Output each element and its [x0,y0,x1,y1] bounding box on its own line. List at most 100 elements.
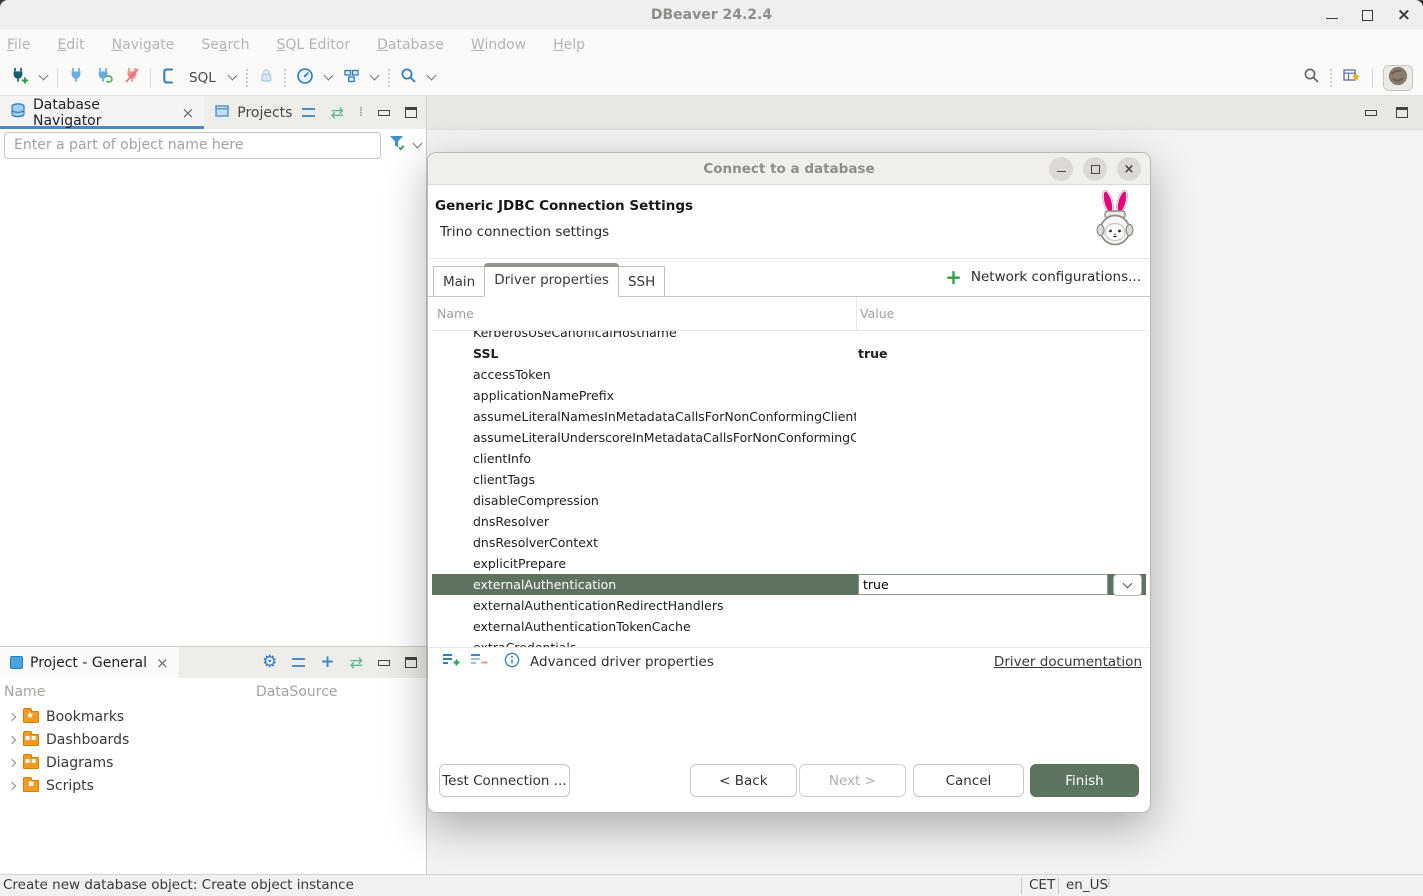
sql-editor-label[interactable]: SQL [189,70,216,86]
link-with-editor-icon[interactable]: ⇄ [330,105,343,121]
grid-header-value[interactable]: Value [856,297,1146,330]
property-row[interactable]: externalAuthenticationTokenCache [432,616,1146,637]
settings-gear-icon[interactable]: ⚙ [262,654,277,671]
connect-icon[interactable] [68,67,84,88]
expand-chevron-icon[interactable] [8,758,16,766]
property-row[interactable]: extraCredentials [432,637,1146,647]
menu-item[interactable]: Window [471,37,526,53]
tab-database-navigator[interactable]: Database Navigator × [0,96,204,129]
tab-projects[interactable]: Projects [204,96,302,129]
property-row[interactable]: assumeLiteralNamesInMetadataCallsForNonC… [432,406,1146,427]
property-row[interactable]: accessToken [432,364,1146,385]
cancel-button[interactable]: Cancel [913,764,1024,797]
user-profile-button[interactable] [1383,65,1413,91]
panel-maximize-icon[interactable] [405,107,417,118]
property-row[interactable]: disableCompression [432,490,1146,511]
property-row[interactable]: externalAuthenticationRedirectHandlers [432,595,1146,616]
expand-chevron-icon[interactable] [8,781,16,789]
property-row[interactable]: dnsResolver [432,511,1146,532]
column-header-datasource[interactable]: DataSource [256,684,338,700]
property-value-input[interactable] [858,574,1108,595]
folder-icon [23,780,39,792]
remove-property-icon[interactable] [470,652,488,671]
expand-all-icon[interactable]: + [320,654,334,671]
editor-minimize-icon[interactable] [1365,110,1377,116]
minimize-button[interactable] [1326,18,1338,19]
property-row[interactable]: explicitPrepare [432,553,1146,574]
property-row[interactable]: assumeLiteralUnderscoreInMetadataCallsFo… [432,427,1146,448]
sql-editor-dropdown-icon[interactable] [227,71,237,81]
dashboard-icon[interactable] [296,67,314,89]
menu-item[interactable]: Help [553,37,585,53]
collapse-all-icon[interactable] [292,658,305,667]
open-view-icon[interactable] [1342,67,1362,89]
collapse-all-icon[interactable] [302,108,315,117]
filter-funnel-icon[interactable] [388,134,407,156]
filter-dropdown-icon[interactable] [413,138,423,148]
column-header-name[interactable]: Name [0,684,256,700]
grid-header-name[interactable]: Name [432,297,856,330]
plus-icon: + [945,267,962,287]
tree-row[interactable]: Diagrams [0,751,426,774]
property-row[interactable]: clientInfo [432,448,1146,469]
close-button[interactable]: × [1397,7,1411,24]
test-connection-button[interactable]: Test Connection ... [439,764,570,797]
dialog-tab[interactable]: SSH [618,266,665,296]
menu-item[interactable]: Search [201,37,249,53]
menu-item[interactable]: SQL Editor [277,37,351,53]
back-button[interactable]: < Back [690,764,797,797]
tree-row[interactable]: Dashboards [0,728,426,751]
navigator-tree-area[interactable] [0,161,426,646]
maximize-button[interactable] [1362,10,1373,21]
dialog-minimize-button[interactable] [1049,157,1073,181]
dialog-close-button[interactable]: × [1117,157,1141,181]
driver-manager-dropdown-icon[interactable] [369,71,379,81]
dialog-tab[interactable]: Main [433,266,485,296]
dialog-titlebar[interactable]: Connect to a database × [428,153,1150,185]
link-with-editor-icon[interactable]: ⇄ [350,655,363,671]
status-timezone[interactable]: CET [1029,877,1055,893]
expand-chevron-icon[interactable] [8,735,16,743]
search-icon[interactable] [400,67,417,88]
left-panel-column: Database Navigator × Projects ⇄ ⁞ [0,96,427,874]
view-menu-icon[interactable]: ⁞ [359,106,363,119]
property-row[interactable]: applicationNamePrefix [432,385,1146,406]
editor-maximize-icon[interactable] [1396,107,1408,118]
status-locale[interactable]: en_US [1066,877,1108,893]
dialog-maximize-button[interactable] [1083,157,1107,181]
dashboard-dropdown-icon[interactable] [323,71,333,81]
panel-minimize-icon[interactable] [378,110,390,116]
driver-documentation-link[interactable]: Driver documentation [994,654,1142,670]
property-row[interactable]: clientTags [432,469,1146,490]
menu-item[interactable]: Edit [57,37,84,53]
new-connection-icon[interactable] [10,67,29,89]
panel-minimize-icon[interactable] [378,660,390,666]
property-row[interactable]: dnsResolverContext [432,532,1146,553]
object-filter-input[interactable] [4,132,381,159]
menu-item[interactable]: File [7,37,30,53]
menu-item[interactable]: Database [377,37,444,53]
disconnect-icon[interactable] [124,67,140,88]
property-row[interactable]: KerberosUseCanonicalHostname [432,331,1146,343]
add-property-icon[interactable] [442,652,460,671]
finish-button[interactable]: Finish [1030,764,1139,797]
search-dropdown-icon[interactable] [426,71,436,81]
new-connection-dropdown-icon[interactable] [39,71,49,81]
global-search-icon[interactable] [1303,67,1320,88]
property-row[interactable]: externalAuthentication true [432,574,1146,595]
menu-item[interactable]: Navigate [112,37,175,53]
tab-project-general[interactable]: Project - General × [0,647,179,678]
tab-close-icon[interactable]: × [182,104,195,122]
reconnect-icon[interactable] [95,67,113,88]
network-configurations-button[interactable]: + Network configurations... [945,266,1141,288]
panel-maximize-icon[interactable] [405,657,417,668]
tree-row[interactable]: Bookmarks [0,705,426,728]
expand-chevron-icon[interactable] [8,712,16,720]
driver-manager-icon[interactable] [343,68,360,88]
property-value-dropdown-button[interactable] [1113,574,1142,596]
property-row[interactable]: SSL true [432,343,1146,364]
sql-editor-icon[interactable] [161,67,176,89]
tab-close-icon[interactable]: × [156,654,169,672]
dialog-tab[interactable]: Driver properties [484,263,619,297]
tree-row[interactable]: Scripts [0,774,426,797]
